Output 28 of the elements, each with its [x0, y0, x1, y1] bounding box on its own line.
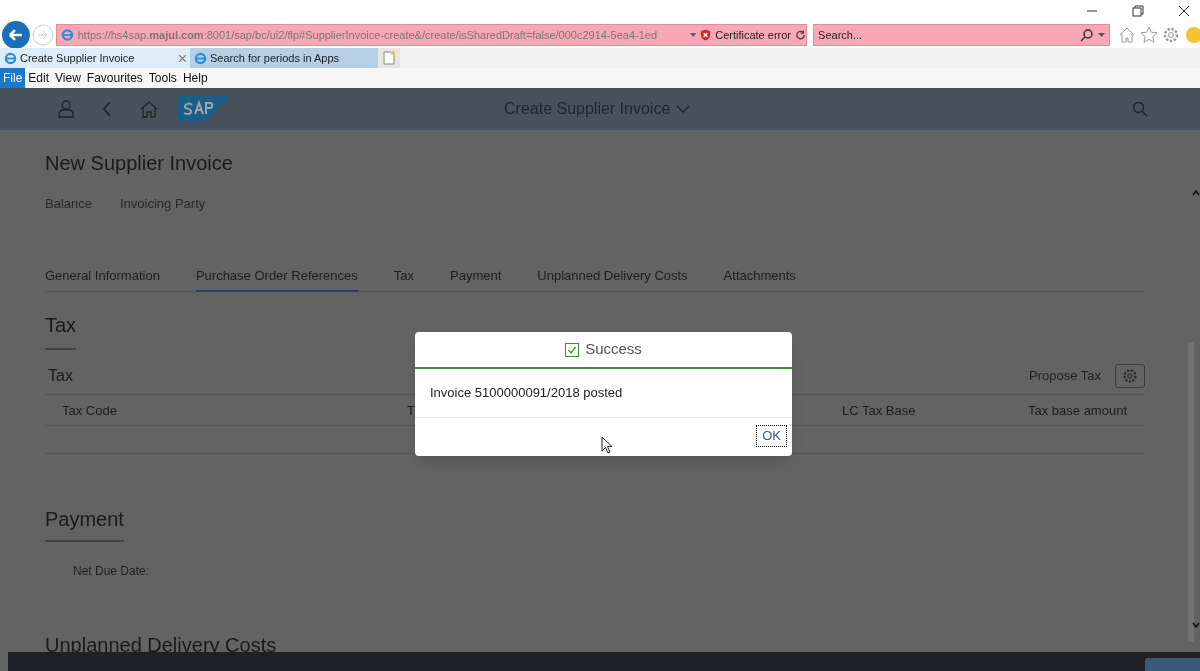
ok-button[interactable]: OK [756, 425, 787, 447]
field-label: Net Due Date: [73, 562, 150, 580]
menu-item[interactable]: View [52, 68, 84, 88]
certificate-error-text[interactable]: Certificate error [715, 26, 791, 44]
dialog-message: Invoice 5100000091/2018 posted [430, 384, 623, 403]
search-input[interactable]: Search... [818, 26, 1080, 44]
menu-item[interactable]: Edit [25, 68, 53, 88]
section-title: Payment [45, 503, 124, 542]
menu-item[interactable]: Help [179, 68, 211, 88]
column-header: LC Tax Base [842, 402, 916, 418]
page-title: New Supplier Invoice [45, 151, 233, 176]
section-title: Tax [45, 309, 77, 350]
address-bar[interactable]: https://hs4sap.majul.com:8001/sap/bc/ui2/flp#SupplierInvoice-create&/create/isSharedDraft=false/000c2914-5ea4-1ed Certificate error [55, 24, 808, 46]
table-title: Tax [48, 365, 73, 386]
search-box[interactable]: Search... [813, 24, 1110, 46]
column-header: T [407, 402, 415, 418]
browser-tab[interactable]: Search for periods in Apps [190, 48, 378, 68]
menu-item[interactable]: Favourites [83, 68, 146, 88]
header-field-label: Invoicing Party [120, 195, 206, 213]
column-header: Tax Code [62, 402, 117, 418]
section-title: Unplanned Delivery Costs [45, 633, 277, 656]
dialog-title: Success [585, 339, 642, 360]
menu-item[interactable]: Tools [145, 68, 180, 88]
url-text: https://hs4sap.majul.com:8001/sap/bc/ui2/flp#SupplierInvoice-create&/create/isSharedDraft=false/000c2914-5ea4-1ed [77, 27, 659, 43]
column-header: Tax base amount [1028, 402, 1127, 418]
header-field-label: Balance [45, 195, 92, 213]
browser-tab[interactable]: Create Supplier Invoice [0, 48, 190, 68]
menu-item[interactable]: File [0, 68, 26, 88]
